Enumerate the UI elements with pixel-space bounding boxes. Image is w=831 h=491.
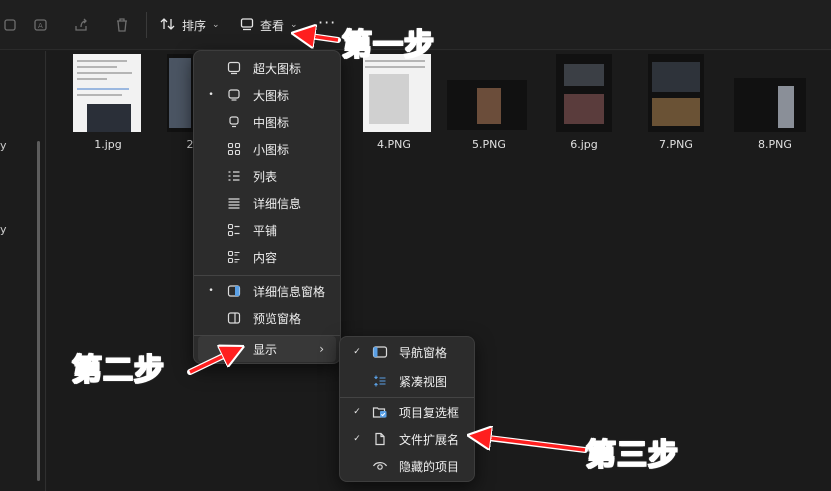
menu-item-navigation-pane[interactable]: ✓ 导航窗格 — [344, 339, 470, 365]
menu-item-label: 内容 — [253, 250, 278, 265]
rename-icon[interactable]: A — [30, 14, 52, 36]
file-extension-icon — [370, 432, 390, 446]
sort-icon — [160, 17, 176, 34]
menu-separator — [340, 397, 474, 398]
menu-item-label: 导航窗格 — [399, 345, 448, 360]
menu-item-content[interactable]: 内容 — [198, 244, 336, 270]
navigation-pane: y y — [0, 51, 46, 491]
view-dropdown-menu: 超大图标 • 大图标 中图标 小图标 列表 详细信息 平铺 内容 • 详细信息窗… — [193, 50, 341, 364]
menu-item-label: 文件扩展名 — [399, 432, 460, 447]
file-name[interactable]: 7.PNG — [636, 138, 716, 151]
file-name[interactable]: 6.jpg — [544, 138, 624, 151]
file-thumbnail[interactable] — [73, 54, 141, 132]
menu-item-extra-large-icons[interactable]: 超大图标 — [198, 55, 336, 81]
content-icon — [224, 250, 244, 264]
small-icons-icon — [224, 142, 244, 156]
menu-item-item-checkboxes[interactable]: ✓ 项目复选框 — [344, 399, 470, 425]
file-thumbnail[interactable] — [648, 54, 704, 132]
menu-item-hidden-items[interactable]: 隐藏的项目 — [344, 453, 470, 479]
compact-view-icon — [370, 374, 390, 388]
checkmark-icon: ✓ — [353, 347, 361, 357]
menu-separator — [194, 275, 340, 276]
menu-item-label: 详细信息 — [253, 196, 302, 211]
annotation-step1: 第一步 — [341, 27, 435, 64]
menu-item-label: 平铺 — [253, 223, 278, 238]
checkmark-icon: ✓ — [353, 434, 361, 444]
svg-text:A: A — [38, 22, 43, 30]
extra-large-icons-icon — [224, 61, 244, 75]
checkmark-icon: ✓ — [353, 407, 361, 417]
file-name[interactable]: 5.PNG — [449, 138, 529, 151]
tiles-icon — [224, 223, 244, 237]
navigation-pane-icon — [370, 345, 390, 359]
menu-item-large-icons[interactable]: • 大图标 — [198, 82, 336, 108]
list-icon — [224, 169, 244, 183]
chevron-right-icon: › — [319, 342, 324, 356]
menu-item-file-extensions[interactable]: ✓ 文件扩展名 — [344, 426, 470, 452]
show-submenu: ✓ 导航窗格 紧凑视图 ✓ 项目复选框 ✓ 文件扩展名 隐藏的项目 — [339, 336, 475, 482]
file-name[interactable]: 1.jpg — [68, 138, 148, 151]
file-name[interactable]: 8.PNG — [735, 138, 815, 151]
menu-item-label: 中图标 — [253, 115, 290, 130]
chevron-down-icon: ⌄ — [290, 20, 298, 30]
menu-item-small-icons[interactable]: 小图标 — [198, 136, 336, 162]
toolbar-divider — [146, 12, 147, 38]
menu-item-details[interactable]: 详细信息 — [198, 190, 336, 216]
menu-item-label: 紧凑视图 — [399, 374, 448, 389]
selected-dot-icon: • — [208, 286, 214, 296]
menu-item-label: 超大图标 — [253, 61, 302, 76]
file-thumbnail[interactable] — [167, 54, 193, 132]
menu-item-details-pane[interactable]: • 详细信息窗格 — [198, 278, 336, 304]
item-checkbox-icon — [370, 405, 390, 419]
file-thumbnail[interactable] — [447, 80, 527, 130]
menu-item-tiles[interactable]: 平铺 — [198, 217, 336, 243]
sort-button[interactable]: 排序 ⌄ — [160, 14, 220, 36]
file-thumbnail[interactable] — [363, 54, 431, 132]
view-icon — [240, 17, 254, 34]
share-icon[interactable] — [70, 14, 92, 36]
large-icons-icon — [224, 88, 244, 102]
cut-icon[interactable] — [0, 14, 22, 36]
medium-icons-icon — [224, 115, 244, 129]
annotation-step3: 第三步 — [585, 437, 679, 474]
delete-icon[interactable] — [111, 14, 133, 36]
menu-item-label: 小图标 — [253, 142, 290, 157]
selected-dot-icon: • — [208, 90, 214, 100]
menu-item-show[interactable]: 显示 › — [198, 336, 336, 362]
menu-item-preview-pane[interactable]: 预览窗格 — [198, 305, 336, 331]
menu-item-label: 项目复选框 — [399, 405, 460, 420]
menu-item-compact-view[interactable]: 紧凑视图 — [344, 368, 470, 394]
file-thumbnail[interactable] — [556, 54, 612, 132]
menu-item-medium-icons[interactable]: 中图标 — [198, 109, 336, 135]
annotation-step2: 第二步 — [71, 352, 165, 389]
sidebar-item-fragment[interactable]: y — [0, 139, 7, 152]
menu-item-label: 隐藏的项目 — [399, 459, 460, 474]
menu-item-label: 显示 — [253, 342, 278, 357]
preview-pane-icon — [224, 311, 244, 325]
view-label: 查看 — [260, 18, 285, 33]
details-pane-icon — [224, 284, 244, 298]
menu-item-label: 详细信息窗格 — [253, 284, 326, 299]
chevron-down-icon: ⌄ — [212, 20, 220, 30]
menu-item-label: 大图标 — [253, 88, 290, 103]
hidden-items-icon — [370, 459, 390, 473]
menu-item-list[interactable]: 列表 — [198, 163, 336, 189]
file-thumbnail[interactable] — [734, 78, 806, 132]
details-icon — [224, 196, 244, 210]
sort-label: 排序 — [182, 18, 207, 33]
menu-item-label: 列表 — [253, 169, 278, 184]
sidebar-item-fragment[interactable]: y — [0, 223, 7, 236]
file-name[interactable]: 4.PNG — [354, 138, 434, 151]
more-options-button[interactable]: ··· — [318, 13, 336, 32]
menu-item-label: 预览窗格 — [253, 311, 302, 326]
view-button[interactable]: 查看 ⌄ — [240, 14, 298, 36]
sidebar-scrollbar[interactable] — [37, 141, 40, 481]
